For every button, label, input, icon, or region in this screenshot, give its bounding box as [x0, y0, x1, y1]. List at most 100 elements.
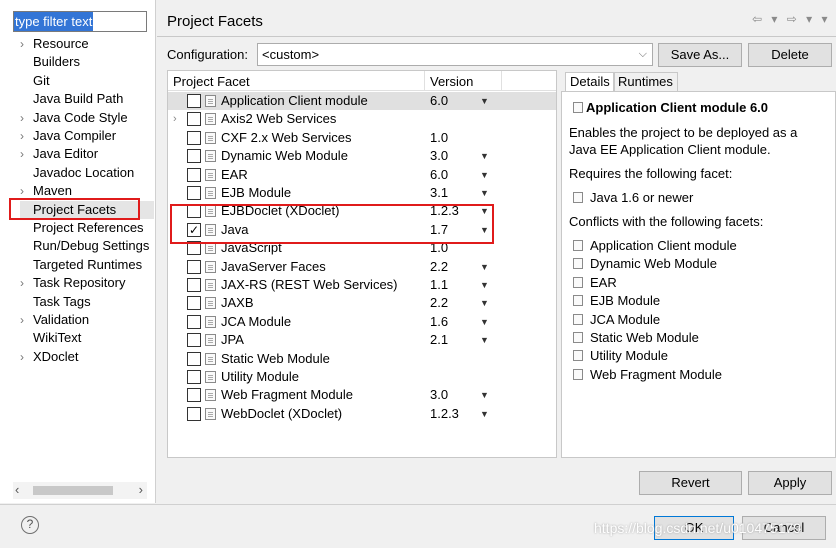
facet-row[interactable]: JavaServer Faces 2.2 ▼ [168, 258, 556, 276]
tree-item[interactable]: › Java Code Style [20, 109, 154, 127]
facet-version[interactable]: 3.0 [430, 147, 448, 165]
facet-version[interactable]: 1.6 [430, 313, 448, 331]
facet-name: Utility Module [221, 369, 300, 384]
table-header: Project Facet Version [168, 71, 556, 91]
tree-item[interactable]: › Resource [20, 35, 154, 53]
facet-row[interactable]: Dynamic Web Module 3.0 ▼ [168, 147, 556, 165]
facet-version[interactable]: 3.1 [430, 184, 448, 202]
facet-checkbox[interactable] [187, 259, 201, 274]
facet-icon [205, 334, 216, 347]
tree-horizontal-scrollbar[interactable]: ‹ › [13, 482, 147, 499]
tree-item[interactable]: Run/Debug Settings [20, 237, 154, 255]
tree-item[interactable]: › Task Repository [20, 274, 154, 292]
tree-item[interactable]: Builders [20, 53, 154, 71]
facet-checkbox[interactable] [187, 112, 201, 127]
navigation-arrows-icon[interactable]: ⇦ ▾ ⇨ ▾ ▾ [752, 12, 831, 26]
tree-item[interactable]: Targeted Runtimes [20, 256, 154, 274]
version-dropdown-icon[interactable]: ▼ [480, 405, 489, 423]
tree-item[interactable]: Java Build Path [20, 90, 154, 108]
facet-row[interactable]: JPA 2.1 ▼ [168, 331, 556, 349]
facet-row[interactable]: Static Web Module [168, 350, 556, 368]
facet-row[interactable]: JAXB 2.2 ▼ [168, 294, 556, 312]
facet-version[interactable]: 6.0 [430, 166, 448, 184]
tree-item[interactable]: Task Tags [20, 293, 154, 311]
facet-version[interactable]: 6.0 [430, 92, 448, 110]
scroll-right-icon[interactable]: › [139, 482, 143, 497]
tree-item[interactable]: › XDoclet [20, 348, 154, 366]
version-dropdown-icon[interactable]: ▼ [480, 92, 489, 110]
version-dropdown-icon[interactable]: ▼ [480, 313, 489, 331]
facet-version[interactable]: 2.1 [430, 331, 448, 349]
facet-version[interactable]: 1.0 [430, 129, 448, 147]
version-dropdown-icon[interactable]: ▼ [480, 166, 489, 184]
chevron-right-icon[interactable]: › [20, 35, 33, 53]
scroll-left-icon[interactable]: ‹ [15, 482, 19, 497]
preferences-tree-panel: type filter text › Resource Builders Git Jav… [0, 0, 156, 503]
tree-item[interactable]: › Validation [20, 311, 154, 329]
tree-item-label: Validation [33, 312, 90, 327]
facet-row[interactable]: JCA Module 1.6 ▼ [168, 313, 556, 331]
facet-version[interactable]: 1.1 [430, 276, 448, 294]
facet-row[interactable]: CXF 2.x Web Services 1.0 [168, 129, 556, 147]
facet-row[interactable]: EAR 6.0 ▼ [168, 166, 556, 184]
facet-row[interactable]: Application Client module 6.0 ▼ [168, 92, 556, 110]
tree-item[interactable]: Git [20, 72, 154, 90]
configuration-select[interactable]: <custom> ⌵ [257, 43, 653, 66]
facet-checkbox[interactable] [187, 186, 201, 200]
facet-checkbox[interactable] [187, 388, 201, 403]
apply-button[interactable]: Apply [748, 471, 832, 495]
facet-version[interactable]: 2.2 [430, 294, 448, 312]
delete-button[interactable]: Delete [748, 43, 832, 67]
facet-row[interactable]: Utility Module [168, 368, 556, 386]
facet-checkbox[interactable] [187, 370, 201, 384]
tree-item[interactable]: Project References [20, 219, 154, 237]
help-icon[interactable]: ? [21, 516, 39, 534]
tree-item-label: Task Tags [33, 293, 91, 309]
facet-version[interactable]: 1.2.3 [430, 405, 459, 423]
version-dropdown-icon[interactable]: ▼ [480, 386, 489, 404]
tab-details[interactable]: Details [565, 72, 615, 92]
facet-row[interactable]: JAX-RS (REST Web Services) 1.1 ▼ [168, 276, 556, 294]
version-dropdown-icon[interactable]: ▼ [480, 276, 489, 294]
version-dropdown-icon[interactable]: ▼ [480, 331, 489, 349]
facet-checkbox[interactable] [187, 94, 201, 108]
chevron-right-icon[interactable]: › [20, 145, 33, 163]
facet-checkbox[interactable] [187, 406, 201, 421]
facet-checkbox[interactable] [187, 167, 201, 182]
version-dropdown-icon[interactable]: ▼ [480, 184, 489, 202]
facet-row[interactable]: WebDoclet (XDoclet) 1.2.3 ▼ [168, 405, 556, 423]
tree-item[interactable]: › Java Compiler [20, 127, 154, 145]
version-dropdown-icon[interactable]: ▼ [480, 258, 489, 276]
facet-checkbox[interactable] [187, 296, 201, 311]
facet-row[interactable]: EJB Module 3.1 ▼ [168, 184, 556, 202]
filter-input[interactable]: type filter text [13, 11, 147, 32]
facet-version[interactable]: 2.2 [430, 258, 448, 276]
chevron-right-icon[interactable]: › [20, 311, 33, 329]
revert-button[interactable]: Revert [639, 471, 742, 495]
tree-item-label: Java Code Style [33, 109, 128, 125]
facet-checkbox[interactable] [187, 130, 201, 145]
facet-row[interactable]: › Axis2 Web Services [168, 110, 556, 128]
tab-runtimes[interactable]: Runtimes [613, 72, 678, 92]
version-dropdown-icon[interactable]: ▼ [480, 294, 489, 312]
column-header-version[interactable]: Version [430, 74, 473, 89]
facet-checkbox[interactable] [187, 314, 201, 329]
facet-version[interactable]: 3.0 [430, 386, 448, 404]
facet-checkbox[interactable] [187, 333, 201, 348]
facet-checkbox[interactable] [187, 278, 201, 292]
save-as-button[interactable]: Save As... [658, 43, 742, 67]
facet-row[interactable]: Web Fragment Module 3.0 ▼ [168, 386, 556, 404]
facet-checkbox[interactable] [187, 149, 201, 164]
chevron-right-icon[interactable]: › [20, 127, 33, 145]
facet-checkbox[interactable] [187, 351, 201, 366]
chevron-right-icon[interactable]: › [20, 348, 33, 366]
tree-item[interactable]: › Java Editor [20, 145, 154, 163]
column-header-facet[interactable]: Project Facet [173, 74, 250, 89]
chevron-right-icon[interactable]: › [20, 109, 33, 127]
version-dropdown-icon[interactable]: ▼ [480, 147, 489, 165]
tree-item[interactable]: Javadoc Location [20, 164, 154, 182]
scrollbar-thumb[interactable] [33, 486, 113, 495]
chevron-right-icon[interactable]: › [20, 274, 33, 292]
chevron-right-icon[interactable]: › [173, 110, 177, 128]
tree-item[interactable]: WikiText [20, 329, 154, 347]
